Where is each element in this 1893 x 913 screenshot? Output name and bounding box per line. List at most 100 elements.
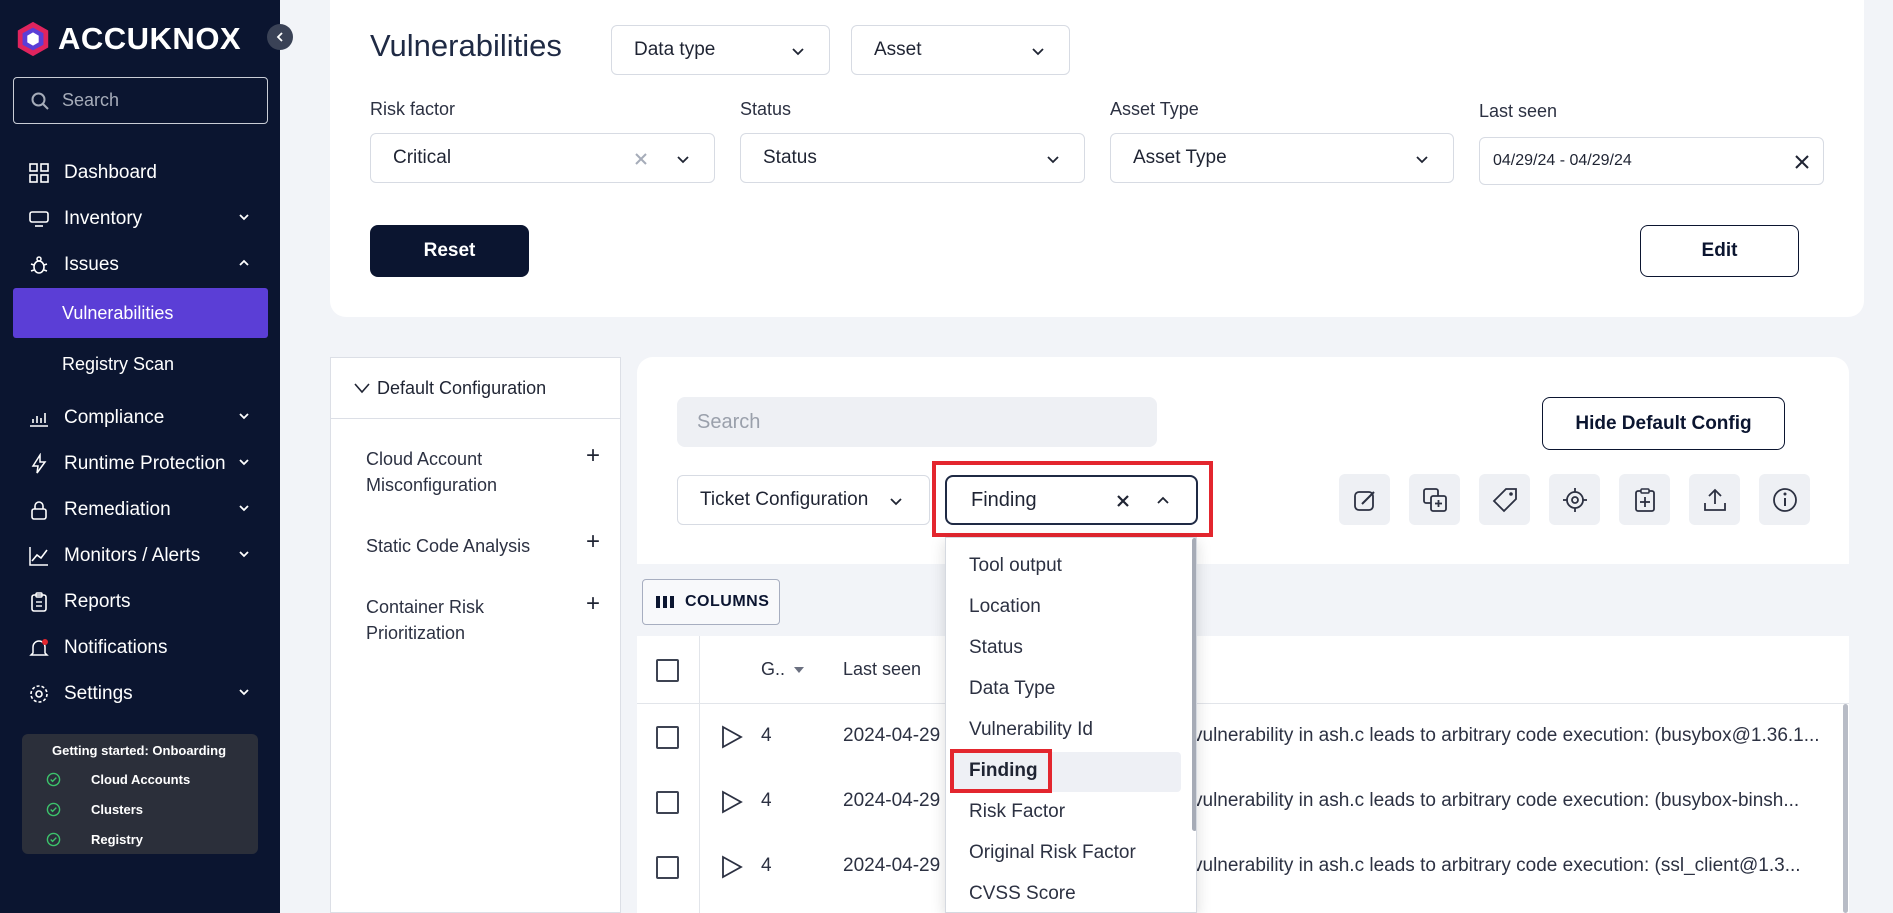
- logo[interactable]: ACCUKNOX: [14, 20, 241, 58]
- add-static-code-icon[interactable]: +: [586, 528, 600, 556]
- sidebar-item-issues[interactable]: Issues: [0, 242, 280, 288]
- sidebar-item-remediation[interactable]: Remediation: [0, 487, 280, 533]
- sidebar-item-label: Vulnerabilities: [62, 302, 174, 323]
- chevron-down-icon: [239, 505, 249, 512]
- onboarding-widget[interactable]: Getting started: Onboarding Cloud Accoun…: [22, 734, 258, 854]
- sidebar-item-vulnerabilities[interactable]: Vulnerabilities: [13, 288, 268, 338]
- expand-play-icon[interactable]: [718, 789, 744, 815]
- config-item-static-code[interactable]: Static Code Analysis: [366, 533, 566, 559]
- sidebar-item-inventory[interactable]: Inventory: [0, 196, 280, 242]
- config-item-container-risk[interactable]: Container Risk Prioritization: [366, 594, 566, 646]
- close-icon[interactable]: [1793, 153, 1811, 171]
- row-checkbox[interactable]: [656, 726, 679, 749]
- status-dropdown[interactable]: Status: [740, 133, 1085, 183]
- sidebar-item-monitors-alerts[interactable]: Monitors / Alerts: [0, 533, 280, 579]
- upload-icon: [1703, 488, 1726, 511]
- sidebar-item-label: Issues: [64, 254, 119, 275]
- option-location[interactable]: Location: [969, 596, 1041, 618]
- chevron-down-icon: [239, 413, 249, 420]
- chevron-down-icon: [239, 551, 249, 558]
- asset-type-value: Asset Type: [1133, 147, 1227, 168]
- select-all-checkbox[interactable]: [656, 659, 679, 682]
- row-count: 4: [761, 790, 772, 811]
- sidebar-item-reports[interactable]: Reports: [0, 579, 280, 625]
- tag-tool-button[interactable]: [1479, 474, 1530, 525]
- add-cloud-account-icon[interactable]: +: [586, 442, 600, 470]
- row-checkbox[interactable]: [656, 791, 679, 814]
- group-column-header[interactable]: G..: [761, 659, 785, 680]
- asset-type-dropdown[interactable]: Asset Type: [1110, 133, 1454, 183]
- edit-tool-button[interactable]: [1339, 474, 1390, 525]
- add-report-tool-button[interactable]: [1619, 474, 1670, 525]
- target-tool-button[interactable]: [1549, 474, 1600, 525]
- sidebar-item-settings[interactable]: Settings: [0, 671, 280, 717]
- lock-icon: [31, 501, 47, 520]
- option-status[interactable]: Status: [969, 637, 1023, 659]
- column-divider: [699, 636, 700, 913]
- onboarding-step[interactable]: Clusters: [46, 794, 258, 824]
- onboarding-title: Getting started: Onboarding: [52, 743, 227, 758]
- sidebar-item-label: Inventory: [64, 208, 143, 229]
- table-search-input[interactable]: Search: [677, 397, 1157, 447]
- sort-down-icon[interactable]: [793, 666, 805, 674]
- clipboard-icon: [31, 592, 47, 612]
- columns-icon: [656, 596, 674, 608]
- chevron-up-icon: [239, 259, 249, 266]
- reset-button[interactable]: Reset: [370, 225, 529, 277]
- columns-button[interactable]: COLUMNS: [642, 579, 780, 625]
- option-vulnerability-id[interactable]: Vulnerability Id: [969, 719, 1093, 741]
- option-tool-output[interactable]: Tool output: [969, 555, 1062, 577]
- hide-default-config-button[interactable]: Hide Default Config: [1542, 397, 1785, 450]
- highlight-box: [932, 461, 1213, 537]
- risk-factor-value: Critical: [393, 147, 452, 168]
- chevron-down-icon: [239, 459, 249, 466]
- option-data-type[interactable]: Data Type: [969, 678, 1055, 700]
- risk-factor-dropdown[interactable]: Critical: [370, 133, 715, 183]
- add-container-risk-icon[interactable]: +: [586, 590, 600, 618]
- onboarding-step[interactable]: Registry: [46, 824, 258, 854]
- sidebar-item-dashboard[interactable]: Dashboard: [0, 150, 280, 196]
- table-scrollbar[interactable]: [1843, 704, 1848, 913]
- last-seen-column-header[interactable]: Last seen: [843, 659, 921, 680]
- default-configuration-header[interactable]: Default Configuration: [331, 358, 620, 419]
- columns-label: COLUMNS: [685, 593, 770, 610]
- pencil-icon: [1353, 490, 1375, 511]
- chevron-down-icon: [792, 48, 804, 56]
- last-seen-value: 04/29/24 - 04/29/24: [1493, 152, 1632, 169]
- page-title: Vulnerabilities: [370, 28, 562, 63]
- sidebar-item-label: Monitors / Alerts: [64, 545, 201, 566]
- sidebar-item-label: Runtime Protection: [64, 453, 226, 474]
- clear-icon[interactable]: [634, 152, 648, 166]
- upload-tool-button[interactable]: [1689, 474, 1740, 525]
- last-seen-date-range[interactable]: 04/29/24 - 04/29/24: [1479, 137, 1824, 185]
- row-finding: vulnerability in ash.c leads to arbitrar…: [1193, 725, 1820, 746]
- sidebar-item-compliance[interactable]: Compliance: [0, 395, 280, 441]
- data-type-dropdown[interactable]: Data type: [611, 25, 830, 75]
- chevron-down-icon: [354, 383, 370, 394]
- sidebar-collapse-button[interactable]: [267, 24, 293, 50]
- gear-icon: [30, 685, 48, 703]
- row-count: 4: [761, 725, 772, 746]
- option-cvss-score[interactable]: CVSS Score: [969, 883, 1076, 905]
- option-original-risk-factor[interactable]: Original Risk Factor: [969, 842, 1136, 864]
- sidebar-item-registry-scan[interactable]: Registry Scan: [0, 339, 280, 389]
- sidebar-item-notifications[interactable]: Notifications: [0, 625, 280, 671]
- status-label: Status: [740, 99, 792, 119]
- copy-tool-button[interactable]: [1409, 474, 1460, 525]
- ticket-configuration-dropdown[interactable]: Ticket Configuration: [677, 475, 930, 525]
- sidebar-item-runtime-protection[interactable]: Runtime Protection: [0, 441, 280, 487]
- row-count: 4: [761, 855, 772, 876]
- edit-button[interactable]: Edit: [1640, 225, 1799, 277]
- sidebar-item-label: Notifications: [64, 637, 168, 658]
- expand-play-icon[interactable]: [718, 724, 744, 750]
- expand-play-icon[interactable]: [718, 854, 744, 880]
- sidebar-search-input[interactable]: Search: [13, 77, 268, 124]
- info-tool-button[interactable]: [1759, 474, 1810, 525]
- config-item-cloud-account[interactable]: Cloud Account Misconfiguration: [366, 446, 566, 498]
- onboarding-step[interactable]: Cloud Accounts: [46, 764, 258, 794]
- row-checkbox[interactable]: [656, 856, 679, 879]
- option-risk-factor[interactable]: Risk Factor: [969, 801, 1065, 823]
- options-scrollbar[interactable]: [1192, 538, 1196, 831]
- option-highlight-box: [950, 749, 1052, 793]
- asset-dropdown[interactable]: Asset: [851, 25, 1070, 75]
